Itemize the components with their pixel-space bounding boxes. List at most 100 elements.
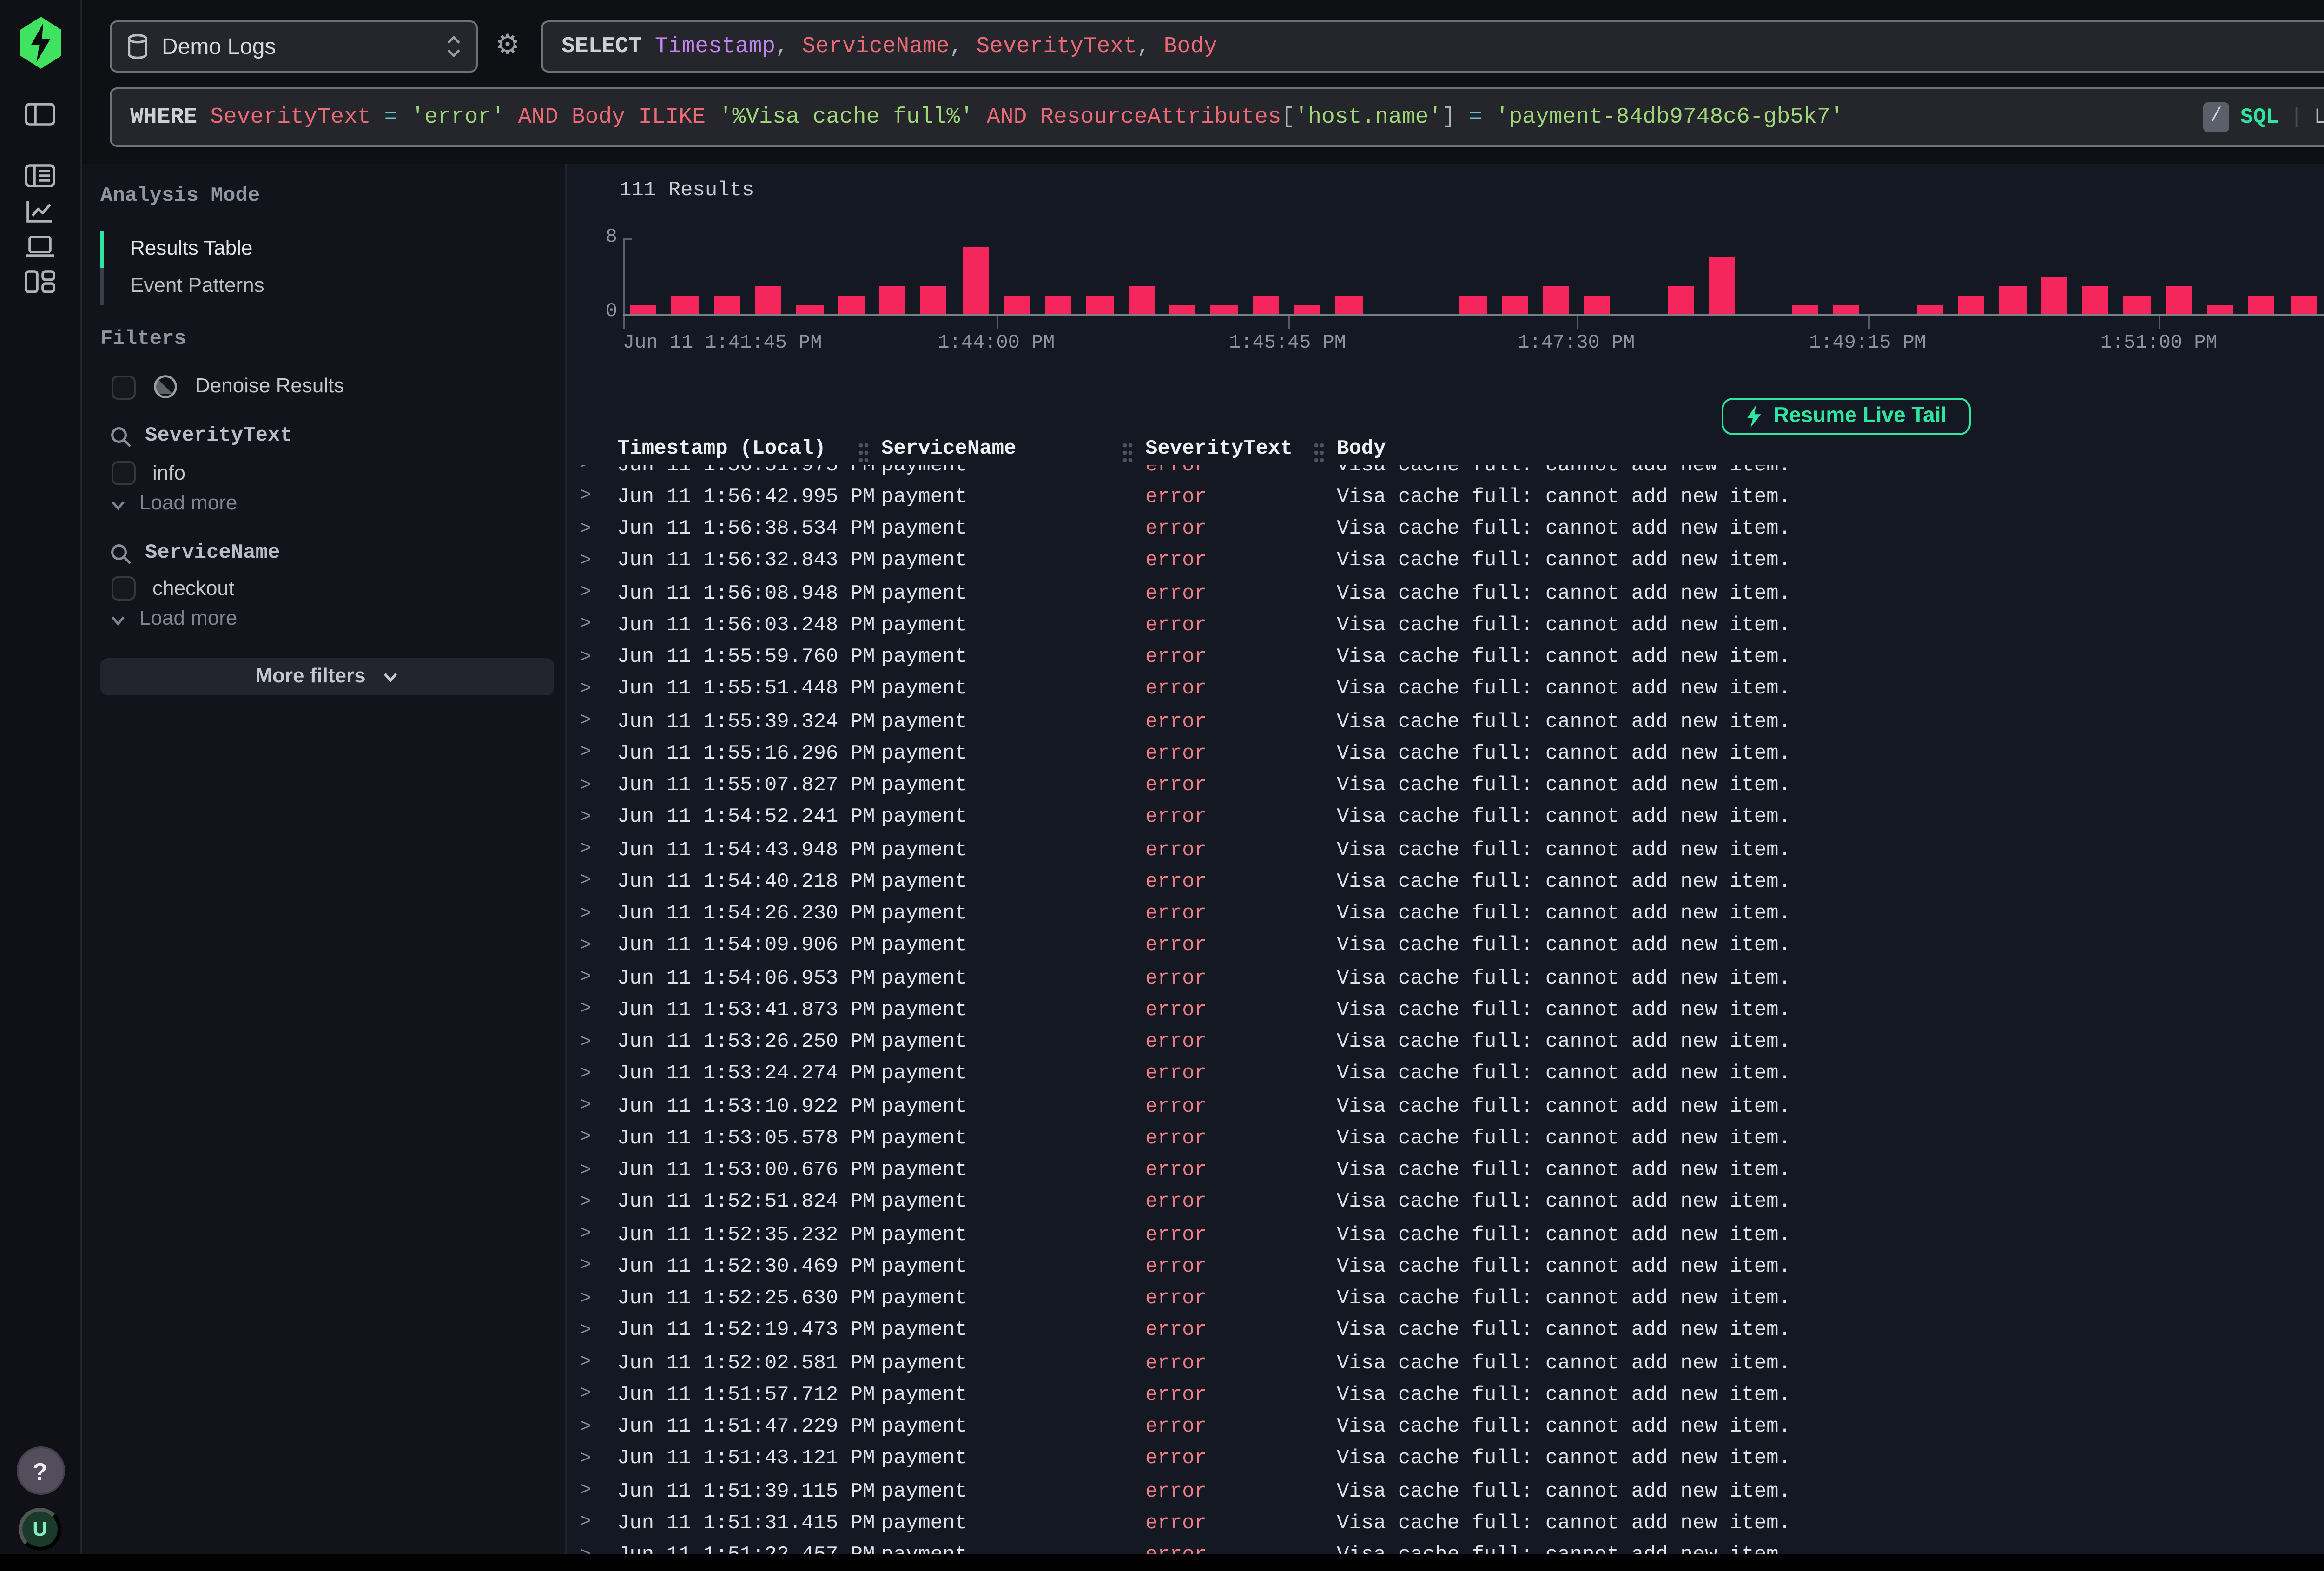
more-filters-button[interactable]: More filters xyxy=(100,658,554,695)
row-expand-icon[interactable]: > xyxy=(580,648,617,669)
histogram-bar[interactable] xyxy=(962,248,989,315)
filter-value-info[interactable]: info xyxy=(112,461,185,485)
log-row[interactable]: >Jun 11 1:52:02.581 PMpaymenterrorVisa c… xyxy=(569,1348,2324,1380)
histogram-bar[interactable] xyxy=(1958,295,1984,314)
log-row[interactable]: >Jun 11 1:52:35.232 PMpaymenterrorVisa c… xyxy=(569,1220,2324,1252)
log-row[interactable]: >Jun 11 1:55:16.296 PMpaymenterrorVisa c… xyxy=(569,739,2324,771)
row-expand-icon[interactable]: > xyxy=(580,1290,617,1310)
row-expand-icon[interactable]: > xyxy=(580,1450,617,1471)
nav-event-patterns[interactable]: Event Patterns xyxy=(100,268,547,305)
row-expand-icon[interactable]: > xyxy=(580,969,617,990)
row-expand-icon[interactable]: > xyxy=(580,777,617,797)
row-expand-icon[interactable]: > xyxy=(580,1065,617,1086)
histogram-bar[interactable] xyxy=(713,295,740,314)
log-row[interactable]: >Jun 11 1:52:51.824 PMpaymenterrorVisa c… xyxy=(569,1188,2324,1220)
load-more-severitytext[interactable]: Load more xyxy=(110,493,237,515)
row-expand-icon[interactable]: > xyxy=(580,1033,617,1054)
histogram-bar[interactable] xyxy=(2124,295,2150,314)
histogram-bar[interactable] xyxy=(1004,295,1030,314)
histogram-bar[interactable] xyxy=(1460,295,1486,314)
histogram-bar[interactable] xyxy=(921,286,947,315)
search-icon[interactable] xyxy=(110,426,132,448)
nav-results-table[interactable]: Results Table xyxy=(100,231,547,268)
row-expand-icon[interactable]: > xyxy=(580,488,617,508)
row-expand-icon[interactable]: > xyxy=(580,1001,617,1022)
col-header-timestamp[interactable]: Timestamp (Local) xyxy=(617,439,881,461)
log-row[interactable]: >Jun 11 1:54:40.218 PMpaymenterrorVisa c… xyxy=(569,867,2324,899)
histogram-bar[interactable] xyxy=(755,286,781,315)
log-row[interactable]: >Jun 11 1:56:03.248 PMpaymenterrorVisa c… xyxy=(569,610,2324,642)
histogram-bar[interactable] xyxy=(2165,286,2192,315)
row-expand-icon[interactable]: > xyxy=(580,1386,617,1406)
log-row[interactable]: >Jun 11 1:55:07.827 PMpaymenterrorVisa c… xyxy=(569,771,2324,803)
column-resize-handle[interactable] xyxy=(857,441,870,465)
histogram-bar[interactable] xyxy=(1253,295,1279,314)
log-row[interactable]: >Jun 11 1:53:26.250 PMpaymenterrorVisa c… xyxy=(569,1027,2324,1059)
language-sql[interactable]: SQL xyxy=(2240,105,2279,129)
histogram-bar[interactable] xyxy=(1169,305,1196,315)
histogram-bar[interactable] xyxy=(1335,295,1362,314)
log-row[interactable]: >Jun 11 1:55:59.760 PMpaymenterrorVisa c… xyxy=(569,642,2324,674)
histogram-bar[interactable] xyxy=(2207,305,2233,315)
log-row[interactable]: >Jun 11 1:51:39.115 PMpaymenterrorVisa c… xyxy=(569,1476,2324,1508)
where-query-input[interactable]: WHERE SeverityText = 'error' AND Body IL… xyxy=(110,87,2324,147)
histogram-bar[interactable] xyxy=(2041,276,2067,314)
row-expand-icon[interactable]: > xyxy=(580,873,617,893)
help-button[interactable]: ? xyxy=(16,1446,64,1495)
select-query-input[interactable]: SELECT Timestamp, ServiceName, SeverityT… xyxy=(541,20,2324,73)
row-expand-icon[interactable]: > xyxy=(580,1514,617,1535)
log-row[interactable]: >Jun 11 1:55:39.324 PMpaymenterrorVisa c… xyxy=(569,706,2324,739)
row-expand-icon[interactable]: > xyxy=(580,1129,617,1150)
col-header-severitytext[interactable]: SeverityText xyxy=(1145,439,1337,461)
histogram-bar[interactable] xyxy=(1667,286,1694,315)
row-expand-icon[interactable]: > xyxy=(580,1194,617,1214)
histogram-bar[interactable] xyxy=(879,286,906,315)
sessions-icon[interactable] xyxy=(0,229,80,264)
dashboards-icon[interactable] xyxy=(0,264,80,299)
log-row[interactable]: >Jun 11 1:52:30.469 PMpaymenterrorVisa c… xyxy=(569,1252,2324,1284)
col-header-body[interactable]: Body xyxy=(1337,439,2324,461)
row-expand-icon[interactable]: > xyxy=(580,1258,617,1278)
log-row[interactable]: >Jun 11 1:53:10.922 PMpaymenterrorVisa c… xyxy=(569,1091,2324,1123)
histogram-bar[interactable] xyxy=(1999,286,2026,315)
histogram-bar[interactable] xyxy=(1128,286,1155,315)
denoise-results-checkbox[interactable]: Denoise Results xyxy=(112,374,344,400)
chart-explorer-icon[interactable] xyxy=(0,193,80,229)
histogram-bar[interactable] xyxy=(2082,286,2109,315)
row-expand-icon[interactable]: > xyxy=(580,680,617,701)
histogram-bar[interactable] xyxy=(1585,295,1611,314)
log-row[interactable]: >Jun 11 1:56:42.995 PMpaymenterrorVisa c… xyxy=(569,482,2324,514)
load-more-servicename[interactable]: Load more xyxy=(110,608,237,630)
log-row[interactable]: >Jun 11 1:54:43.948 PMpaymenterrorVisa c… xyxy=(569,835,2324,867)
histogram-bar[interactable] xyxy=(630,305,657,315)
row-expand-icon[interactable]: > xyxy=(580,1418,617,1439)
row-expand-icon[interactable]: > xyxy=(580,1226,617,1246)
log-row[interactable]: >Jun 11 1:56:08.948 PMpaymenterrorVisa c… xyxy=(569,578,2324,610)
gear-icon[interactable]: ⚙ xyxy=(489,26,526,63)
row-expand-icon[interactable]: > xyxy=(580,584,617,605)
log-row[interactable]: >Jun 11 1:51:47.229 PMpaymenterrorVisa c… xyxy=(569,1412,2324,1444)
log-row[interactable]: >Jun 11 1:54:06.953 PMpaymenterrorVisa c… xyxy=(569,963,2324,995)
log-row[interactable]: >Jun 11 1:54:52.241 PMpaymenterrorVisa c… xyxy=(569,803,2324,835)
log-row[interactable]: >Jun 11 1:51:43.121 PMpaymenterrorVisa c… xyxy=(569,1444,2324,1476)
row-expand-icon[interactable]: > xyxy=(580,520,617,541)
log-row[interactable]: >Jun 11 1:52:19.473 PMpaymenterrorVisa c… xyxy=(569,1316,2324,1348)
histogram-bar[interactable] xyxy=(1211,305,1238,315)
row-expand-icon[interactable]: > xyxy=(580,1482,617,1503)
language-lucene[interactable]: Lucene xyxy=(2314,105,2324,129)
row-expand-icon[interactable]: > xyxy=(580,841,617,861)
log-row[interactable]: >Jun 11 1:54:09.906 PMpaymenterrorVisa c… xyxy=(569,931,2324,963)
row-expand-icon[interactable]: > xyxy=(580,905,617,925)
column-resize-handle[interactable] xyxy=(1313,441,1326,465)
histogram-bar[interactable] xyxy=(1501,295,1528,314)
log-row[interactable]: >Jun 11 1:56:38.534 PMpaymenterrorVisa c… xyxy=(569,514,2324,546)
histogram-bar[interactable] xyxy=(1087,295,1113,314)
row-expand-icon[interactable]: > xyxy=(580,713,617,733)
avatar[interactable]: U xyxy=(19,1508,61,1551)
app-logo-icon[interactable] xyxy=(18,17,62,69)
log-row[interactable]: >Jun 11 1:51:57.712 PMpaymenterrorVisa c… xyxy=(569,1380,2324,1412)
histogram-bar[interactable] xyxy=(1916,305,1943,315)
filter-value-checkout[interactable]: checkout xyxy=(112,576,234,601)
histogram-bar[interactable] xyxy=(2290,295,2316,314)
log-row[interactable]: >Jun 11 1:56:32.843 PMpaymenterrorVisa c… xyxy=(569,546,2324,578)
